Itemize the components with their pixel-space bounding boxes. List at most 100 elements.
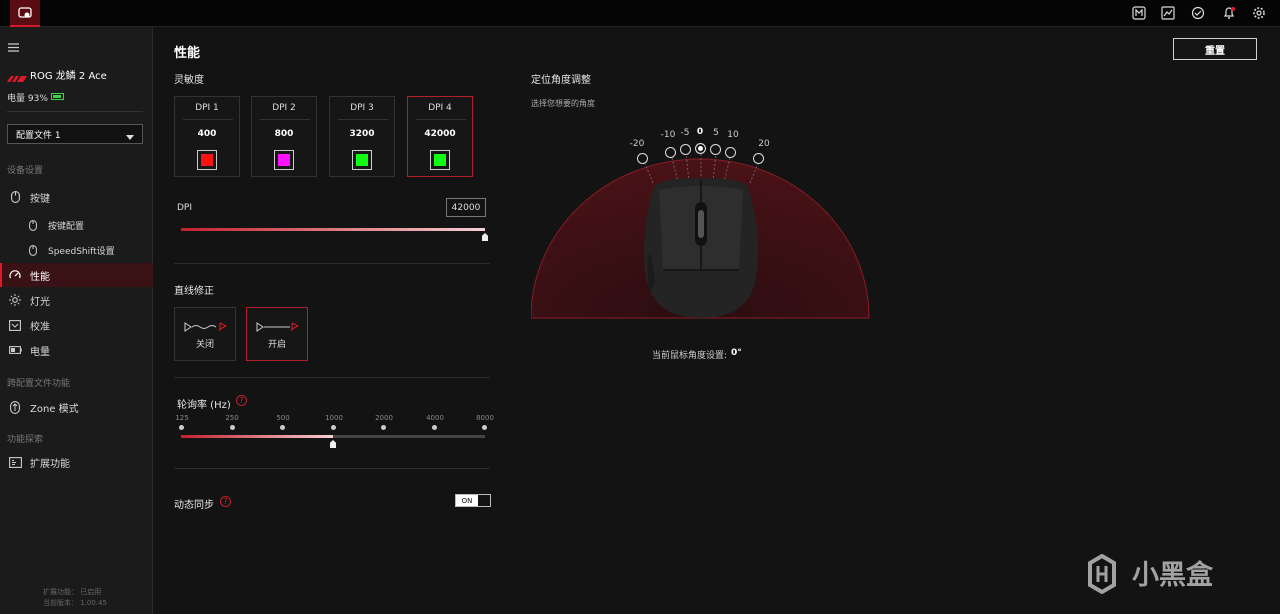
dpi-label: DPI [177,203,193,213]
polling-rate-label: 轮询率 (Hz) [177,400,231,411]
app-mouse-icon[interactable] [10,0,40,27]
bell-icon[interactable] [1220,4,1238,22]
section-divider [174,468,490,469]
sidebar-item-lighting[interactable]: 灯光 [0,288,153,312]
sidebar-item-zone-mode[interactable]: Zone 模式 [0,395,153,419]
dpi-name: DPI 3 [350,103,374,113]
extension-icon [4,456,26,468]
sidebar-item-speedshift[interactable]: SpeedShift设置 [0,238,153,262]
profile-select[interactable]: 配置文件 1 [7,124,143,144]
chevron-down-icon [126,125,134,144]
footer-version: 当前版本： 1.00.45 [43,599,107,607]
polling-tick-dot[interactable] [179,425,184,430]
polling-tick-dot[interactable] [381,425,386,430]
angle-option[interactable] [665,147,676,158]
dpi-color-swatch[interactable] [352,150,372,170]
dpi-value-input[interactable]: 42000 [446,198,486,217]
dpi-card-3[interactable]: DPI 3 3200 [329,96,395,177]
angle-option[interactable] [710,144,721,155]
section-divider [174,377,490,378]
dpi-slider-track[interactable] [181,228,485,231]
polling-tick-label: 500 [276,414,290,422]
sidebar-item-label: 灯光 [30,296,50,308]
section-device-settings: 设备设置 [7,166,44,176]
reset-button[interactable]: 重置 [1173,38,1257,60]
svg-text:小黑盒: 小黑盒 [1132,559,1214,591]
rog-logo-icon [7,68,27,87]
calibration-icon [4,319,26,331]
polling-rate-slider-track[interactable] [181,435,485,438]
help-icon[interactable]: ? [220,496,231,507]
sidebar-item-buttons[interactable]: 按键 [0,185,153,209]
mouse-icon [4,191,26,203]
sidebar-item-calibration[interactable]: 校准 [0,313,153,337]
polling-tick-dot[interactable] [482,425,487,430]
image-icon[interactable] [1159,4,1177,22]
dpi-name: DPI 2 [272,103,296,113]
help-icon[interactable]: ? [236,395,247,406]
dpi-name: DPI 1 [195,103,219,113]
angle-tuning-title: 定位角度调整 [531,75,591,86]
angle-option[interactable] [637,153,648,164]
current-angle-value: 0° [731,348,742,358]
toggle-state: ON [456,495,478,506]
dpi-card-2[interactable]: DPI 2 800 [251,96,317,177]
polling-tick-label: 125 [175,414,189,422]
sidebar-item-label: Zone 模式 [30,403,79,415]
profile-select-value: 配置文件 1 [16,130,61,141]
angle-option-selected[interactable] [695,143,706,154]
option-label: 关闭 [195,340,214,350]
mouse-icon [22,219,44,231]
sidebar-item-label: 按键配置 [48,221,85,232]
angle-tick-label: 20 [758,139,770,149]
dpi-value: 800 [274,129,294,139]
polling-rate-slider-handle[interactable] [330,440,336,448]
sidebar-item-extensions[interactable]: 扩展功能 [0,450,153,474]
angle-snapping-off-option[interactable]: 关闭 [174,307,236,361]
option-label: 开启 [267,340,286,350]
angle-tuning-subtitle: 选择您想要的角度 [531,99,595,108]
footer-extension-status: 扩展功能： 已启用 [43,588,102,596]
polling-tick-label: 8000 [476,414,494,422]
dpi-value: 3200 [349,129,375,139]
dpi-card-4[interactable]: DPI 4 42000 [407,96,473,177]
current-angle-prefix: 当前鼠标角度设置: [652,351,728,361]
dpi-value: 42000 [424,129,456,139]
sync-icon[interactable] [1189,4,1207,22]
angle-tick-label: -20 [629,139,645,149]
angle-tick-label: 10 [727,130,739,140]
sidebar-item-button-config[interactable]: 按键配置 [0,213,153,237]
polling-tick-dot[interactable] [230,425,235,430]
polling-tick-dot[interactable] [280,425,285,430]
angle-option[interactable] [680,144,691,155]
grid-icon[interactable] [1130,4,1148,22]
polling-tick-label: 1000 [325,414,343,422]
straight-line-icon [255,318,300,337]
angle-snapping-on-option[interactable]: 开启 [246,307,308,361]
mouse-icon [22,244,44,256]
dpi-slider-handle[interactable] [482,233,488,241]
angle-option[interactable] [753,153,764,164]
dpi-color-swatch[interactable] [274,150,294,170]
menu-icon[interactable] [8,37,19,56]
sidebar-item-label: 校准 [30,321,50,333]
battery-icon [4,346,26,354]
polling-tick-dot[interactable] [331,425,336,430]
sidebar-item-performance[interactable]: 性能 [0,263,153,287]
motion-sync-toggle[interactable]: ON [455,494,491,507]
sidebar-item-power[interactable]: 电量 [0,338,153,362]
dpi-color-swatch[interactable] [197,150,217,170]
angle-option[interactable] [725,147,736,158]
zone-icon [4,400,26,414]
dpi-card-1[interactable]: DPI 1 400 [174,96,240,177]
polling-tick-label: 2000 [375,414,393,422]
section-cross-profile: 跨配置文件功能 [7,379,71,389]
gauge-icon [4,269,26,281]
polling-tick-dot[interactable] [432,425,437,430]
motion-sync-label: 动态同步 [174,500,214,511]
sidebar-divider [7,111,143,112]
gear-icon[interactable] [1250,4,1268,22]
polling-tick-label: 250 [225,414,239,422]
dpi-color-swatch[interactable] [430,150,450,170]
mouse-top-view-image [644,178,758,318]
